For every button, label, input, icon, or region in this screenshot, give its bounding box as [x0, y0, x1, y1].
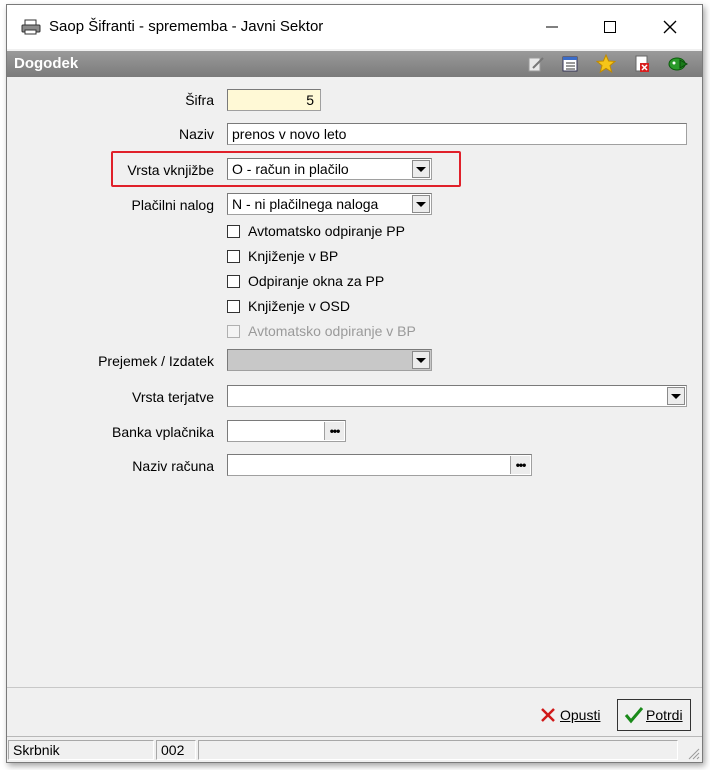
minimize-button[interactable]: [523, 5, 581, 49]
list-button[interactable]: [559, 54, 581, 74]
chevron-down-icon: [671, 393, 681, 399]
checkbox-box[interactable]: [227, 249, 240, 263]
status-panel: [198, 740, 678, 760]
delete-button[interactable]: [631, 54, 653, 74]
checkbox-knjizenje-v-bp[interactable]: Knjiženje v BP: [227, 248, 338, 264]
status-bar: Skrbnik 002: [7, 736, 702, 762]
checkbox-label: Avtomatsko odpiranje v BP: [248, 323, 416, 339]
naziv-racuna-browse-button[interactable]: •••: [510, 456, 530, 474]
star-icon: [596, 54, 616, 74]
prejemek-izdatek-dropdown-button: [412, 351, 430, 369]
checkbox-label: Knjiženje v BP: [248, 248, 339, 264]
naziv-input[interactable]: prenos v novo leto: [227, 123, 687, 145]
vrsta-terjatve-label: Vrsta terjatve: [132, 389, 214, 405]
checkbox-avtomatsko-odpiranje-v-bp: Avtomatsko odpiranje v BP: [227, 323, 416, 339]
status-user: Skrbnik: [8, 740, 154, 760]
cancel-button-label: Opusti: [560, 707, 601, 723]
minimize-icon: [546, 26, 558, 28]
edit-icon: [528, 57, 544, 72]
window-title: Saop Šifranti - sprememba - Javni Sektor: [49, 18, 324, 35]
checkbox-box[interactable]: [227, 299, 240, 313]
status-code: 002: [156, 740, 196, 760]
favorite-button[interactable]: [595, 54, 617, 74]
placilni-nalog-select[interactable]: N - ni plačilnega naloga: [227, 193, 432, 215]
close-icon: [541, 708, 555, 722]
chevron-down-icon: [416, 166, 426, 172]
checkmark-icon: [624, 707, 644, 724]
chevron-down-icon: [416, 357, 426, 363]
vrsta-vknjizbe-dropdown-button[interactable]: [412, 160, 430, 178]
checkbox-box[interactable]: [227, 274, 240, 288]
vrsta-vknjizbe-label: Vrsta vknjižbe: [127, 162, 214, 178]
printer-icon: [21, 19, 41, 35]
divider: [7, 687, 702, 688]
prejemek-izdatek-label: Prejemek / Izdatek: [98, 353, 214, 369]
checkbox-label: Knjiženje v OSD: [248, 298, 350, 314]
naziv-racuna-label: Naziv računa: [132, 458, 214, 474]
exit-button[interactable]: [667, 54, 689, 74]
placilni-nalog-dropdown-button[interactable]: [412, 195, 430, 213]
vrsta-terjatve-dropdown-button[interactable]: [667, 387, 685, 405]
sifra-label: Šifra: [185, 92, 214, 108]
vrsta-terjatve-select[interactable]: [227, 385, 687, 407]
maximize-icon: [604, 21, 616, 33]
chevron-down-icon: [416, 201, 426, 207]
checkbox-knjizenje-v-osd[interactable]: Knjiženje v OSD: [227, 298, 350, 314]
checkbox-avtomatsko-odpiranje-pp[interactable]: Avtomatsko odpiranje PP: [227, 223, 405, 239]
checkbox-label: Avtomatsko odpiranje PP: [248, 223, 405, 239]
header-bar: Dogodek: [7, 51, 702, 77]
close-icon: [663, 20, 677, 34]
resize-grip-icon[interactable]: [686, 746, 700, 760]
dialog-window: Saop Šifranti - sprememba - Javni Sektor…: [6, 4, 703, 763]
exit-icon: [668, 57, 688, 71]
edit-button[interactable]: [525, 54, 547, 74]
banka-vplacnika-browse-button[interactable]: •••: [324, 422, 344, 440]
confirm-button[interactable]: Potrdi: [617, 699, 691, 731]
placilni-nalog-value: N - ni plačilnega naloga: [232, 196, 379, 212]
placilni-nalog-label: Plačilni nalog: [131, 197, 215, 213]
sifra-input[interactable]: 5: [227, 89, 321, 111]
delete-icon: [635, 55, 649, 72]
naziv-racuna-input[interactable]: •••: [227, 454, 532, 476]
banka-vplacnika-input[interactable]: •••: [227, 420, 346, 442]
maximize-button[interactable]: [581, 5, 639, 49]
checkbox-box[interactable]: [227, 224, 240, 238]
vrsta-vknjizbe-value: O - račun in plačilo: [232, 161, 349, 177]
checkbox-odpiranje-okna-za-pp[interactable]: Odpiranje okna za PP: [227, 273, 384, 289]
cancel-button[interactable]: Opusti: [539, 699, 600, 731]
naziv-label: Naziv: [178, 126, 214, 142]
header-title: Dogodek: [14, 55, 79, 72]
close-button[interactable]: [641, 5, 699, 49]
list-icon: [562, 56, 578, 72]
banka-vplacnika-label: Banka vplačnika: [112, 424, 214, 440]
title-bar: Saop Šifranti - sprememba - Javni Sektor: [7, 5, 702, 49]
vrsta-vknjizbe-select[interactable]: O - račun in plačilo: [227, 158, 432, 180]
confirm-button-label: Potrdi: [646, 707, 683, 723]
checkbox-label: Odpiranje okna za PP: [248, 273, 385, 289]
prejemek-izdatek-select: [227, 349, 432, 371]
checkbox-box: [227, 324, 240, 338]
ellipsis-icon: •••: [515, 458, 527, 472]
ellipsis-icon: •••: [329, 424, 341, 438]
